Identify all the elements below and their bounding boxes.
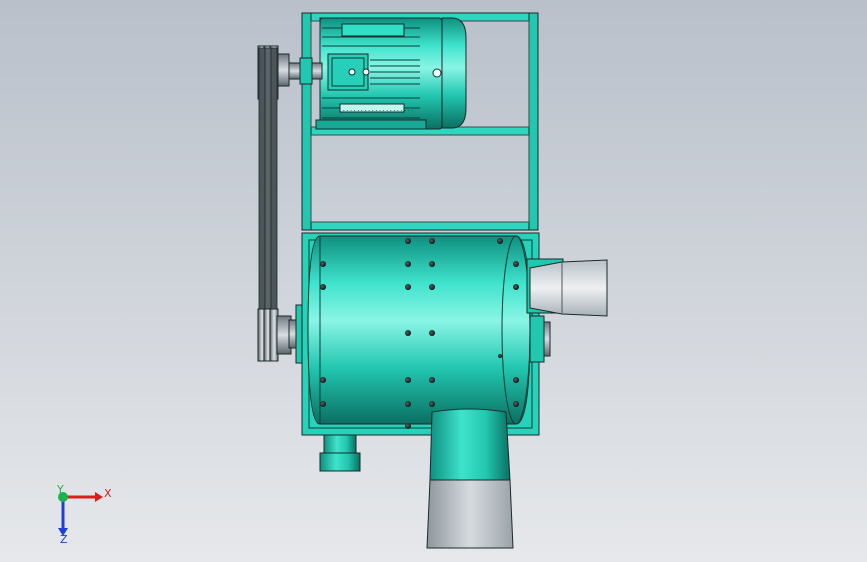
motor-nameplate-text: .................... (342, 106, 414, 113)
motor-top-plate (341, 23, 405, 37)
discharge-chute[interactable] (426, 408, 514, 549)
frame-left-post (301, 12, 312, 231)
terminal-bolt (362, 68, 370, 76)
inlet-hopper (529, 259, 608, 317)
feed-inlet[interactable] (526, 258, 608, 317)
outlet-pipe-body (323, 434, 357, 456)
bearing-block-right (529, 315, 545, 363)
axis-triad: X Y Z (56, 483, 112, 546)
motor-foot (315, 119, 427, 130)
chute-lower (426, 479, 514, 549)
outlet-pipe-flange (319, 452, 361, 472)
x-axis-arrow (95, 492, 103, 502)
motor-end-cap (441, 17, 467, 129)
terminal-box (327, 53, 369, 91)
y-axis-label: Y (56, 483, 64, 496)
motor-shaft-collar (299, 57, 313, 85)
x-axis-label: X (104, 487, 112, 500)
cad-model-view[interactable]: .................... X Y Z (0, 0, 867, 562)
frame-lower-rail (301, 221, 539, 231)
cad-viewport[interactable]: .................... X Y Z (0, 0, 867, 562)
z-axis-label: Z (60, 533, 68, 546)
electric-motor[interactable]: .................... (315, 17, 467, 130)
chute-upper (429, 408, 511, 481)
frame-right-post (528, 12, 539, 231)
mill-housing[interactable] (301, 232, 551, 436)
terminal-bolt (348, 68, 356, 76)
crusher-drum (307, 235, 531, 425)
motor-end-bolt (432, 68, 442, 78)
outlet-pipe[interactable] (319, 434, 361, 472)
